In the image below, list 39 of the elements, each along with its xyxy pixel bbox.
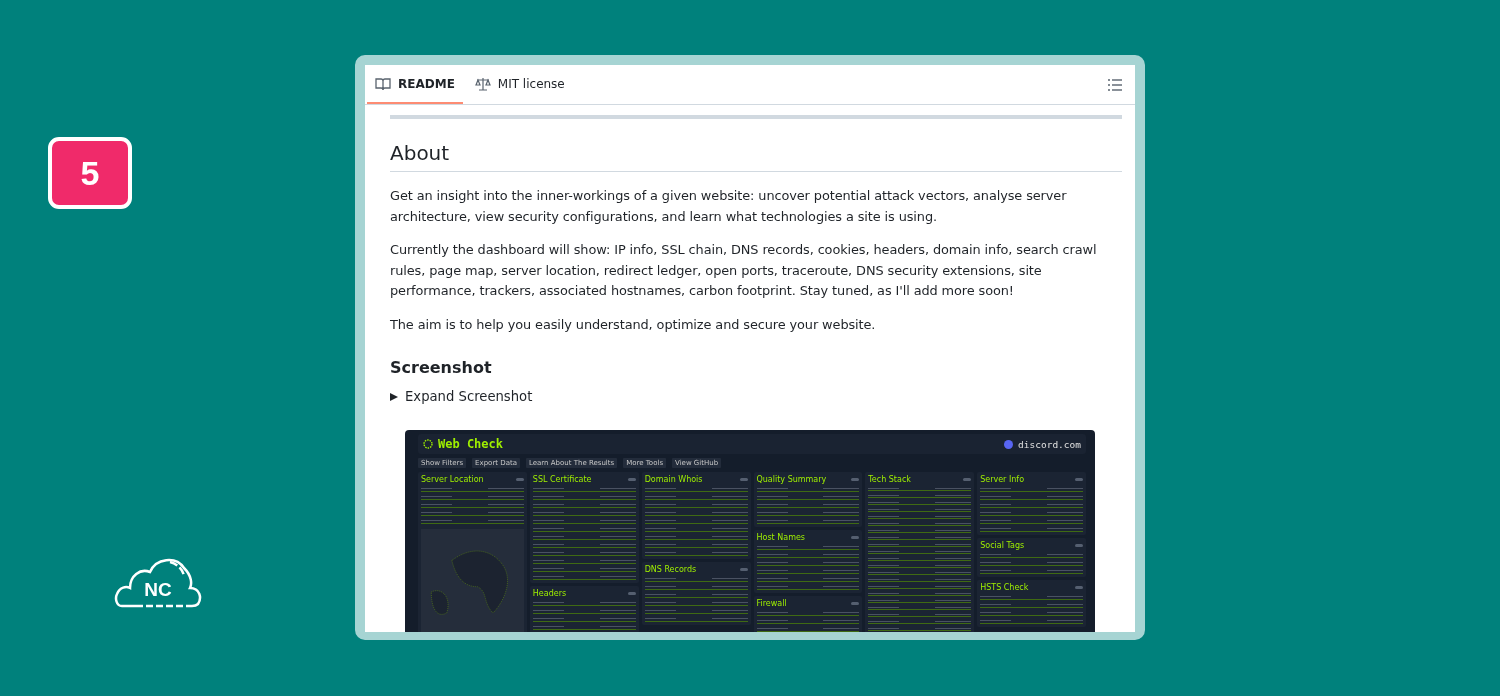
scale-icon	[474, 75, 491, 92]
card-action-icon[interactable]	[1075, 544, 1083, 547]
card-action-icon[interactable]	[515, 478, 524, 481]
card-action-icon[interactable]	[627, 592, 636, 595]
site-icon	[1004, 439, 1014, 449]
card-title: Tech Stack	[868, 475, 911, 484]
card-action-icon[interactable]	[739, 568, 748, 571]
card-action-icon[interactable]	[739, 478, 748, 481]
app-title: Web Check	[438, 437, 504, 451]
card-title: DNS Records	[644, 565, 697, 574]
card-title: Social Tags	[980, 541, 1025, 550]
card-title: Host Names	[756, 533, 806, 542]
tab[interactable]: MIT license	[466, 65, 573, 104]
section-heading: About	[390, 141, 1122, 172]
card-action-icon[interactable]	[851, 536, 860, 539]
card-title: Firewall	[756, 599, 787, 608]
paragraph: Currently the dashboard will show: IP info, SSL chain, DNS records, cookies, headers, domain info, search crawl rules, page map, server location, redirect ledger, open ports, traceroute, DNS security extensions, site performance, trackers, associated hostnames, carbon footprint. Stay tuned, as I'll add more soon!	[390, 241, 1098, 300]
section-heading: Screenshot	[390, 358, 493, 377]
book-icon	[375, 75, 391, 92]
card-title: HSTS Check	[980, 583, 1029, 592]
card-action-icon[interactable]	[851, 478, 860, 481]
step-badge: 5	[48, 137, 132, 209]
card-action-icon[interactable]	[1075, 586, 1083, 589]
card-title: Quality Summary	[756, 475, 827, 484]
card-title: Server Info	[980, 475, 1025, 484]
card-action-icon[interactable]	[851, 602, 860, 605]
card-title: SSL Certificate	[532, 475, 592, 484]
card-action-icon[interactable]	[963, 478, 972, 481]
list-icon[interactable]	[1107, 76, 1123, 93]
globe-icon	[423, 439, 433, 449]
tab[interactable]: README	[367, 65, 463, 104]
card-title: Headers	[532, 589, 567, 598]
card-action-icon[interactable]	[627, 478, 636, 481]
paragraph: The aim is to help you easily understand, optimize and secure your website.	[390, 315, 877, 334]
card-title: Domain Whois	[644, 475, 703, 484]
paragraph: Get an insight into the inner-workings of a given website: uncover potential attack vectors, analyse server architecture, view security configurations, and learn what technologies a site is using.	[390, 187, 1068, 226]
card-action-icon[interactable]	[1075, 478, 1083, 481]
card-title: Server Location	[421, 475, 484, 484]
site-name: discord.com	[1018, 438, 1081, 450]
